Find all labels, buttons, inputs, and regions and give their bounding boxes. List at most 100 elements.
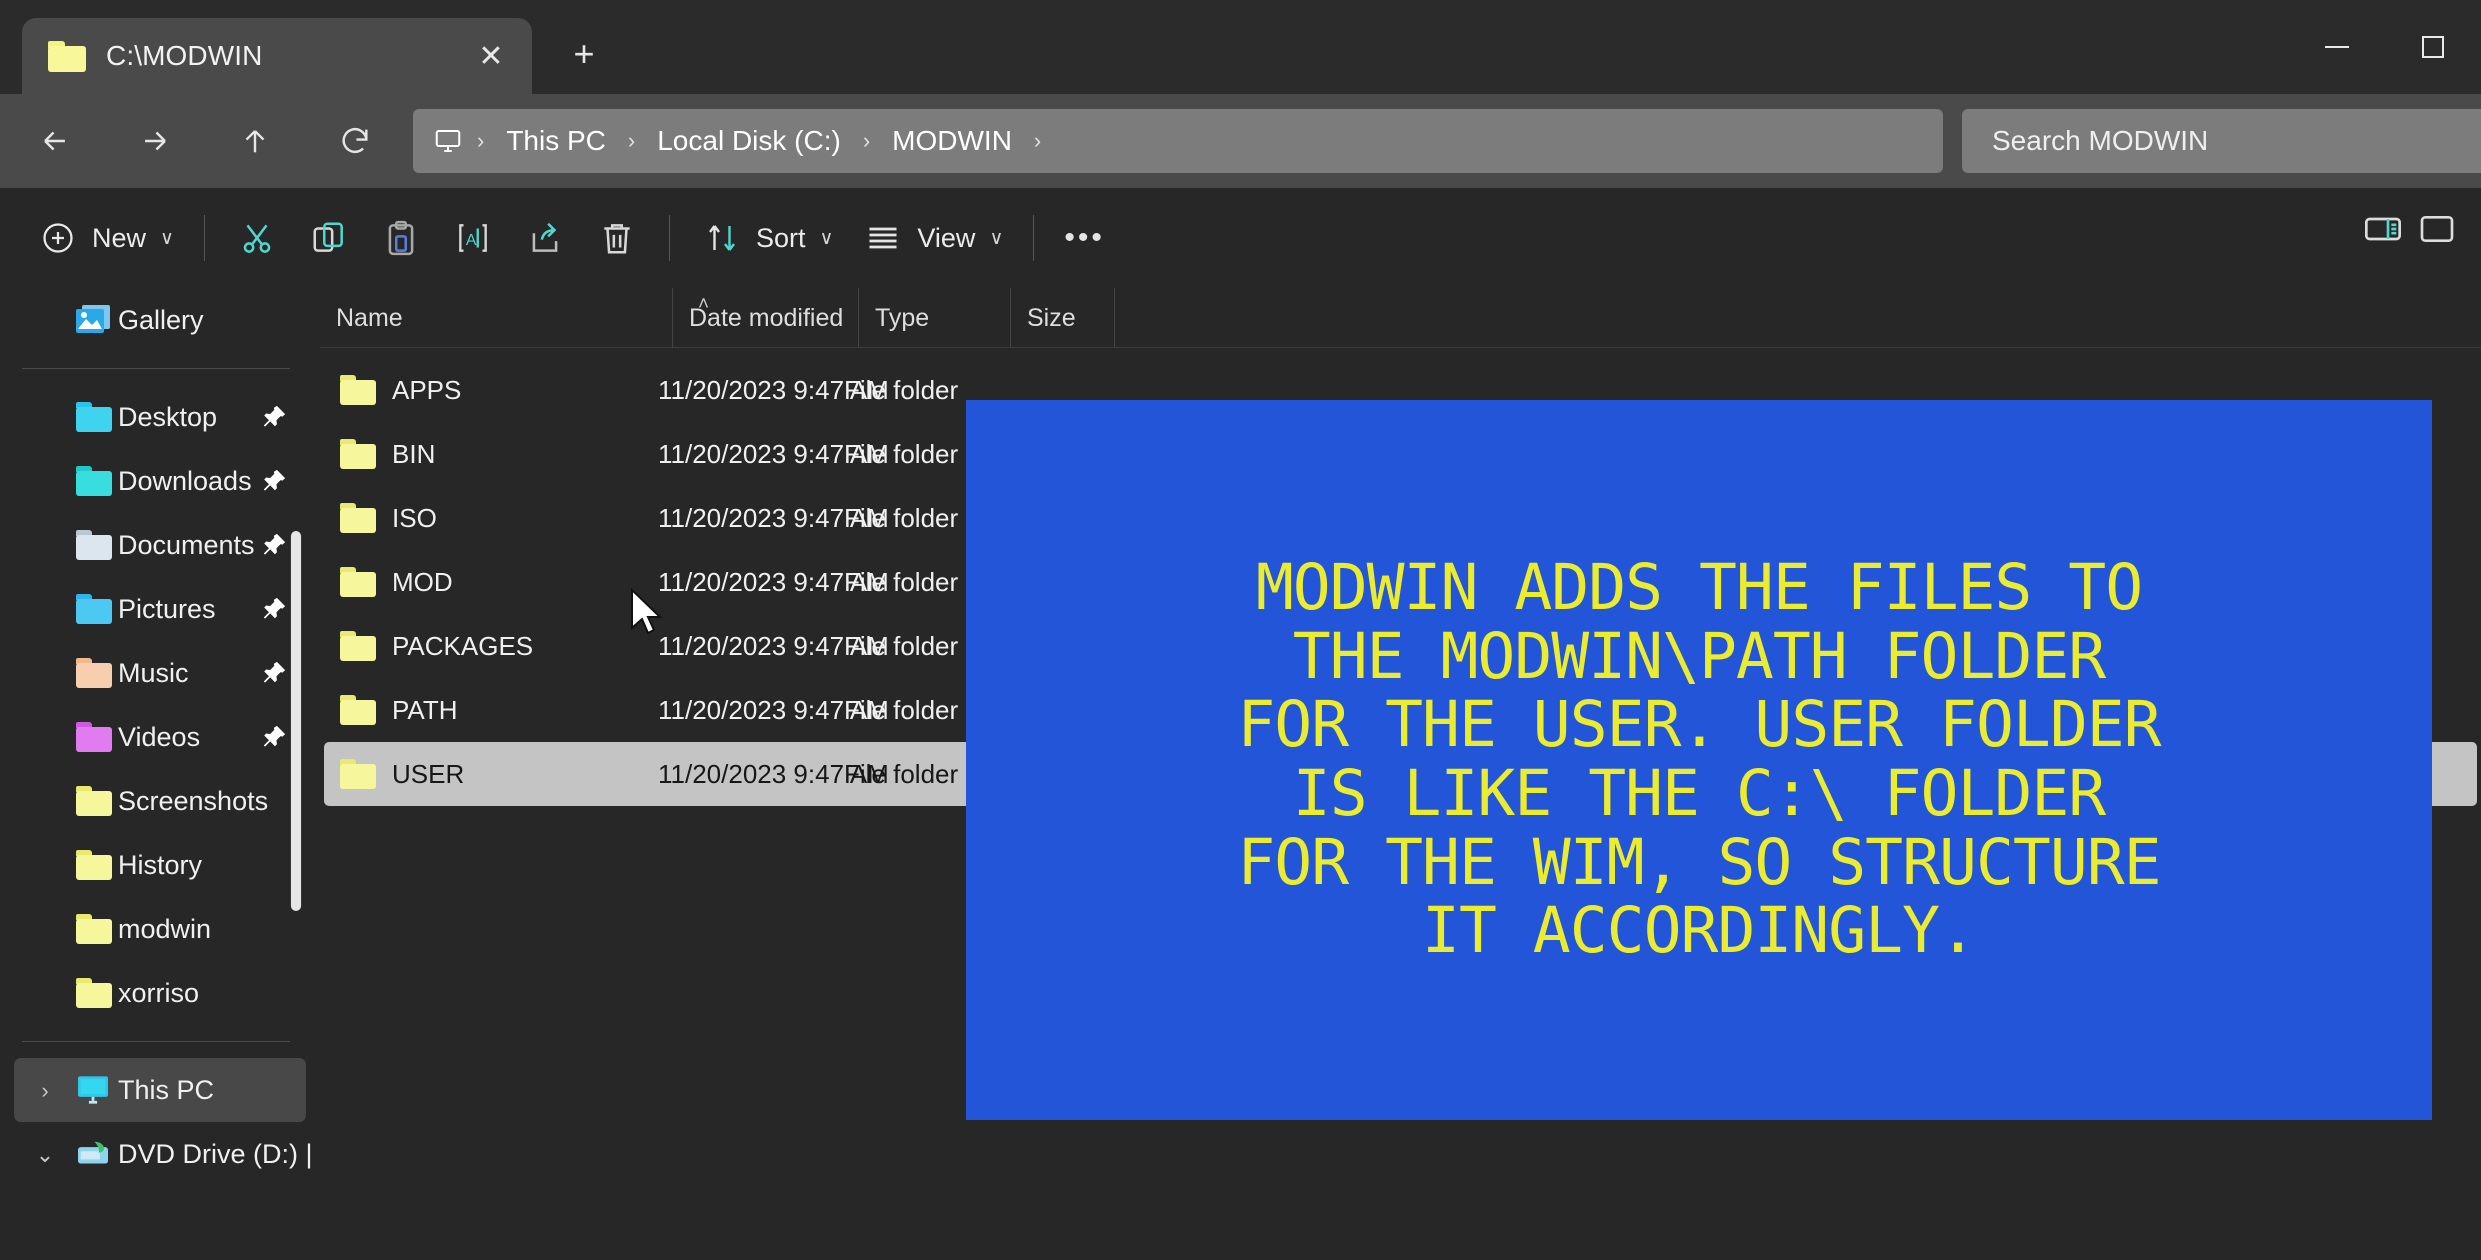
file-name: MOD: [392, 566, 453, 597]
column-header-name[interactable]: Name: [320, 288, 672, 348]
sidebar-item-screenshots[interactable]: Screenshots: [14, 769, 306, 833]
sidebar-item-this-pc[interactable]: › This PC: [14, 1058, 306, 1122]
paste-icon: [379, 216, 423, 260]
folder-icon: [76, 658, 112, 688]
delete-button[interactable]: [581, 207, 653, 269]
gallery-icon: [76, 305, 112, 335]
file-type-cell: File folder: [844, 694, 959, 725]
pin-icon[interactable]: [260, 531, 288, 559]
pin-icon[interactable]: [260, 467, 288, 495]
mouse-cursor: [630, 587, 664, 638]
refresh-button[interactable]: [326, 112, 384, 170]
breadcrumb-separator: ›: [862, 128, 871, 153]
column-header-type[interactable]: Type: [858, 288, 1010, 348]
sidebar-item-xorriso[interactable]: xorriso: [14, 961, 306, 1025]
folder-icon: [340, 631, 376, 661]
overlay-text-line: THE MODWIN\PATH FOLDER: [1292, 619, 2106, 693]
column-header-size[interactable]: Size: [1010, 288, 1114, 348]
rename-icon: A: [451, 216, 495, 260]
pin-icon[interactable]: [260, 595, 288, 623]
chevron-right-icon[interactable]: ›: [32, 1078, 58, 1104]
chevron-down-icon[interactable]: ⌄: [32, 1142, 58, 1168]
instruction-overlay: MODWIN ADDS THE FILES TO THE MODWIN\PATH…: [966, 400, 2432, 1120]
tab-modwin[interactable]: C:\MODWIN ✕: [22, 18, 532, 94]
paste-button[interactable]: [365, 207, 437, 269]
close-tab-icon[interactable]: ✕: [468, 33, 514, 79]
arrow-left-icon: [44, 131, 65, 151]
sidebar-item-label: Pictures: [118, 593, 216, 624]
window-controls: [2289, 0, 2481, 94]
up-button[interactable]: [226, 112, 284, 170]
sidebar-item-desktop[interactable]: Desktop: [14, 385, 306, 449]
sidebar-item-music[interactable]: Music: [14, 641, 306, 705]
share-button[interactable]: [509, 207, 581, 269]
file-type-cell: File folder: [844, 502, 959, 533]
breadcrumb-separator: ›: [477, 128, 485, 153]
ellipsis-icon: •••: [1064, 221, 1105, 254]
pin-icon[interactable]: [260, 403, 288, 431]
folder-icon: [48, 40, 86, 72]
scissors-icon: [235, 216, 279, 260]
overlay-text-line: FOR THE WIM, SO STRUCTURE: [1237, 825, 2161, 899]
new-tab-button[interactable]: +: [554, 24, 614, 84]
file-name-cell: BIN: [340, 439, 435, 470]
view-button[interactable]: View ∨: [847, 207, 1017, 269]
file-name-cell: ISO: [340, 503, 437, 534]
sidebar-item-pictures[interactable]: Pictures: [14, 577, 306, 641]
sidebar-scrollbar-thumb[interactable]: [291, 531, 301, 911]
back-button[interactable]: [26, 112, 84, 170]
sidebar-item-label: Desktop: [118, 401, 218, 432]
column-header-spacer: [1114, 288, 1174, 348]
file-name: PACKAGES: [392, 630, 534, 661]
sidebar-item-documents[interactable]: Documents: [14, 513, 306, 577]
folder-icon: [340, 503, 376, 533]
sidebar-item-history[interactable]: History: [14, 833, 306, 897]
search-input[interactable]: Search MODWIN: [1962, 109, 2481, 173]
rename-button[interactable]: A: [437, 207, 509, 269]
cut-button[interactable]: [221, 207, 293, 269]
sidebar-item-downloads[interactable]: Downloads: [14, 449, 306, 513]
search-placeholder: Search MODWIN: [1992, 125, 2209, 156]
toolbar-divider: [1033, 215, 1035, 261]
more-options-button[interactable]: •••: [1050, 207, 1119, 269]
sidebar-item-gallery[interactable]: Gallery: [14, 288, 306, 352]
copy-button[interactable]: [293, 207, 365, 269]
view-button-label: View: [917, 222, 976, 253]
pin-icon[interactable]: [260, 659, 288, 687]
sidebar-item-label: History: [118, 849, 203, 880]
pin-icon[interactable]: [260, 723, 288, 751]
forward-button[interactable]: [126, 112, 184, 170]
sidebar-item-videos[interactable]: Videos: [14, 705, 306, 769]
maximize-button[interactable]: [2385, 0, 2481, 94]
file-name: ISO: [392, 502, 437, 533]
sidebar-item-label: DVD Drive (D:) |: [118, 1138, 313, 1169]
sort-icon: [700, 216, 744, 260]
sidebar-item-modwin[interactable]: modwin: [14, 897, 306, 961]
breadcrumb-item-this-pc[interactable]: This PC: [496, 125, 616, 157]
chevron-down-icon: ∨: [160, 227, 174, 249]
details-pane-icon[interactable]: [2361, 207, 2405, 251]
breadcrumb[interactable]: › This PC › Local Disk (C:) › MODWIN ›: [413, 109, 1943, 173]
refresh-icon: [342, 127, 368, 154]
navigation-pane[interactable]: Gallery Desktop Downloads Documents Pict…: [0, 288, 320, 1260]
column-header-date-modified[interactable]: Date modified: [672, 288, 858, 348]
layout-options-icon[interactable]: [2415, 207, 2459, 251]
file-name-cell: MOD: [340, 567, 453, 598]
file-name-cell: APPS: [340, 375, 461, 406]
breadcrumb-item-local-disk[interactable]: Local Disk (C:): [647, 125, 851, 157]
sidebar-item-dvd-drive[interactable]: ⌄ DVD Drive (D:) |: [14, 1122, 313, 1186]
sidebar-item-label: xorriso: [118, 977, 200, 1008]
new-button[interactable]: New ∨: [22, 207, 188, 269]
folder-icon: [340, 439, 376, 469]
share-icon: [523, 216, 567, 260]
folder-icon: [76, 722, 112, 752]
file-type-cell: File folder: [844, 630, 959, 661]
minimize-button[interactable]: [2289, 0, 2385, 94]
trash-icon: [595, 216, 639, 260]
sort-button[interactable]: Sort ∨: [686, 207, 847, 269]
breadcrumb-item-modwin[interactable]: MODWIN: [882, 125, 1022, 157]
tab-title: C:\MODWIN: [106, 40, 263, 71]
folder-icon: [76, 402, 112, 432]
file-name-cell: PACKAGES: [340, 631, 533, 662]
sidebar-item-label: Gallery: [118, 304, 204, 335]
